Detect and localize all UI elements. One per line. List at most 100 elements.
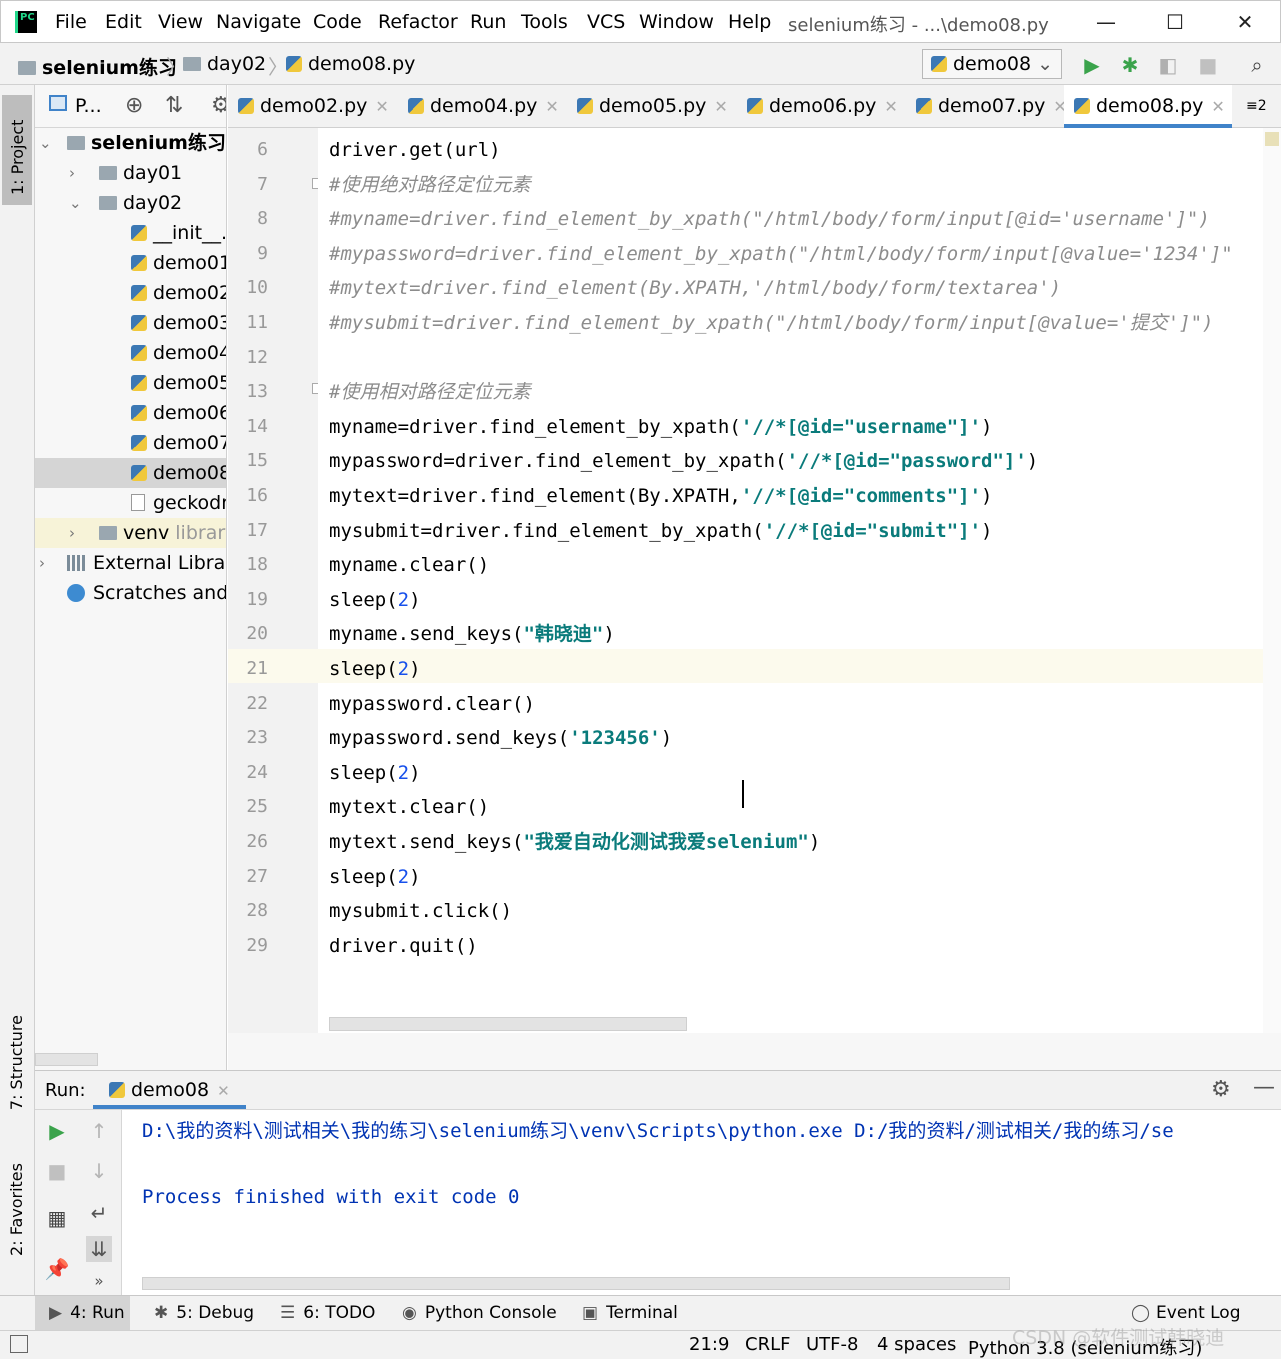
breadcrumb-project[interactable]: selenium练习	[18, 53, 177, 80]
line-number[interactable]: 17	[228, 520, 268, 541]
tree-item-demo05[interactable]: demo05	[35, 368, 226, 398]
run-console[interactable]: D:\我的资料\测试相关\我的练习\selenium练习\venv\Script…	[122, 1110, 1281, 1295]
line-number[interactable]: 12	[228, 347, 268, 368]
line-number[interactable]: 15	[228, 450, 268, 471]
project-horizontal-scrollbar[interactable]	[35, 1053, 98, 1066]
breadcrumb-file[interactable]: demo08.py	[286, 53, 415, 75]
tab-demo02[interactable]: demo02.py ✕	[228, 85, 389, 128]
line-number[interactable]: 14	[228, 416, 268, 437]
tree-item-day02[interactable]: ⌄ day02	[35, 188, 226, 218]
code-editor[interactable]: driver.get(url) #使用绝对路径定位元素 #myname=driver…	[318, 128, 1263, 1033]
menu-view[interactable]: View	[158, 11, 203, 33]
menu-vcs[interactable]: VCS	[587, 11, 625, 33]
tree-item-init[interactable]: __init__.p	[35, 218, 226, 248]
line-number[interactable]: 26	[228, 831, 268, 852]
line-number[interactable]: 27	[228, 866, 268, 887]
breadcrumb-folder[interactable]: day02	[183, 53, 266, 75]
tool-tab-debug[interactable]: ✱ 5: Debug	[154, 1296, 254, 1331]
close-icon[interactable]: ✕	[217, 1082, 230, 1100]
console-horizontal-scrollbar[interactable]	[142, 1277, 1010, 1290]
line-number[interactable]: 13	[228, 381, 268, 402]
rerun-icon[interactable]: ▶	[44, 1118, 70, 1144]
menu-edit[interactable]: Edit	[105, 11, 142, 33]
tab-demo08[interactable]: demo08.py ✕	[1064, 85, 1232, 128]
tree-item-demo06[interactable]: demo06	[35, 398, 226, 428]
tree-item-project-root[interactable]: ⌄ selenium练习 D	[35, 128, 226, 158]
menu-file[interactable]: File	[55, 11, 87, 33]
tree-item-demo03[interactable]: demo03	[35, 308, 226, 338]
menu-run[interactable]: Run	[470, 11, 506, 33]
tab-overflow-button[interactable]: ≡2	[1236, 85, 1267, 128]
status-cursor-position[interactable]: 21:9	[689, 1334, 729, 1355]
run-configuration-select[interactable]: demo08 ⌄	[922, 49, 1062, 79]
stop-icon[interactable]: ■	[44, 1158, 70, 1184]
line-number[interactable]: 11	[228, 312, 268, 333]
tree-item-day01[interactable]: › day01	[35, 158, 226, 188]
run-tab-demo08[interactable]: demo08 ✕	[93, 1071, 246, 1109]
editor-error-stripe[interactable]	[1263, 128, 1281, 1033]
line-number[interactable]: 16	[228, 485, 268, 506]
search-icon[interactable]: ⌕	[1245, 53, 1269, 77]
tab-structure[interactable]: 7: Structure	[7, 1015, 26, 1110]
hide-panel-icon[interactable]: —	[1253, 1075, 1275, 1100]
line-number[interactable]: 24	[228, 762, 268, 783]
line-number[interactable]: 6	[228, 139, 268, 160]
tree-item-demo07[interactable]: demo07	[35, 428, 226, 458]
tab-favorites[interactable]: 2: Favorites	[7, 1163, 26, 1256]
tool-tab-python-console[interactable]: ◉ Python Console	[402, 1296, 557, 1331]
line-number[interactable]: 8	[228, 208, 268, 229]
tree-item-demo08[interactable]: demo08	[35, 458, 226, 488]
tool-tab-todo[interactable]: ☰ 6: TODO	[280, 1296, 375, 1331]
tab-project[interactable]: 1: Project	[2, 95, 32, 205]
close-icon[interactable]: ✕	[545, 97, 558, 116]
tree-item-external-libraries[interactable]: › External Librari	[35, 548, 226, 578]
tab-demo04[interactable]: demo04.py ✕	[398, 85, 559, 128]
tool-tab-terminal[interactable]: ▣ Terminal	[582, 1296, 678, 1331]
gear-icon[interactable]: ⚙	[1211, 1077, 1231, 1102]
line-number[interactable]: 23	[228, 727, 268, 748]
more-icon[interactable]: »	[86, 1268, 112, 1294]
coverage-button[interactable]: ◧	[1156, 53, 1180, 77]
status-line-separator[interactable]: CRLF	[745, 1334, 790, 1355]
close-icon[interactable]: ✕	[714, 97, 727, 116]
menu-tools[interactable]: Tools	[521, 11, 568, 33]
status-indent[interactable]: 4 spaces	[877, 1334, 956, 1355]
inspection-status-icon[interactable]	[1265, 132, 1279, 146]
gear-icon[interactable]: ⚙	[211, 93, 226, 118]
status-encoding[interactable]: UTF-8	[806, 1334, 858, 1355]
menu-navigate[interactable]: Navigate	[216, 11, 301, 33]
tree-item-geckodriver[interactable]: geckodr	[35, 488, 226, 518]
tree-item-venv[interactable]: › venv library	[35, 518, 226, 548]
close-window-button[interactable]: ✕	[1222, 7, 1268, 37]
line-number[interactable]: 25	[228, 796, 268, 817]
tree-item-demo01[interactable]: demo01	[35, 248, 226, 278]
line-number[interactable]: 7	[228, 174, 268, 195]
line-number[interactable]: 19	[228, 589, 268, 610]
menu-code[interactable]: Code	[313, 11, 362, 33]
run-button[interactable]: ▶	[1080, 53, 1104, 77]
tab-demo07[interactable]: demo07.py ✕	[906, 85, 1067, 128]
soft-wrap-icon[interactable]: ↵	[86, 1200, 112, 1226]
minimize-button[interactable]: —	[1083, 7, 1129, 37]
line-number[interactable]: 28	[228, 900, 268, 921]
debug-button[interactable]: ✱	[1118, 53, 1142, 77]
menu-help[interactable]: Help	[728, 11, 771, 33]
arrow-up-icon[interactable]: ↑	[86, 1118, 112, 1144]
line-number[interactable]: 10	[228, 277, 268, 298]
tab-demo06[interactable]: demo06.py ✕	[737, 85, 898, 128]
locate-icon[interactable]: ⊕	[125, 93, 143, 118]
line-number[interactable]: 22	[228, 693, 268, 714]
scroll-to-end-icon[interactable]: ⇊	[86, 1236, 112, 1262]
project-view-select[interactable]: P...	[75, 95, 102, 117]
layout-icon[interactable]: ▦	[44, 1205, 70, 1231]
menu-refactor[interactable]: Refactor	[378, 11, 458, 33]
close-icon[interactable]: ✕	[884, 97, 897, 116]
collapse-all-icon[interactable]: ⇅	[165, 93, 183, 118]
tool-windows-toggle-icon[interactable]	[10, 1335, 28, 1353]
close-icon[interactable]: ✕	[1211, 97, 1224, 116]
tool-tab-run[interactable]: ▶ 4: Run	[35, 1296, 130, 1331]
line-number[interactable]: 29	[228, 935, 268, 956]
tab-demo05[interactable]: demo05.py ✕	[567, 85, 728, 128]
line-number[interactable]: 18	[228, 554, 268, 575]
close-icon[interactable]: ✕	[375, 97, 388, 116]
